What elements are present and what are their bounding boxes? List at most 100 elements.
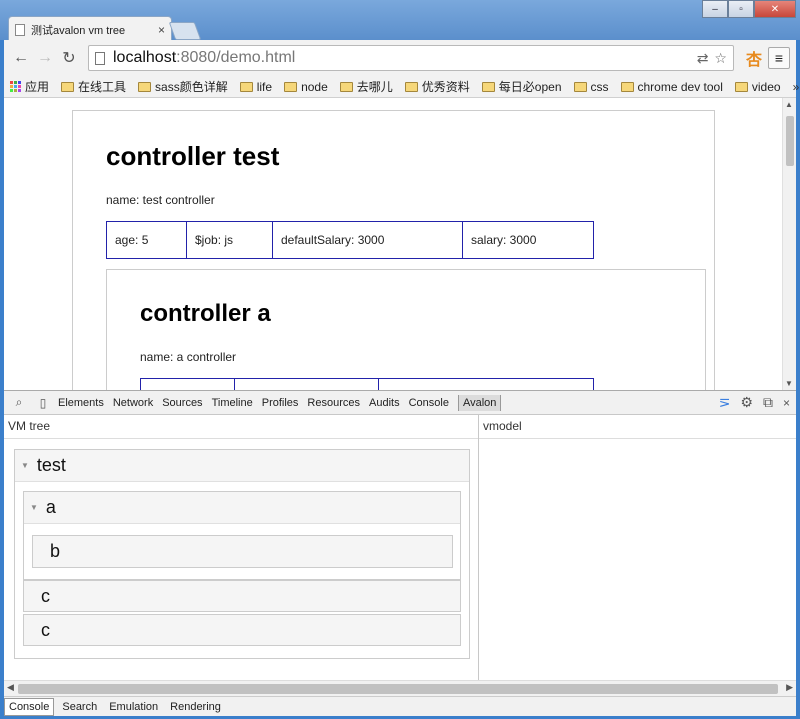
- bookmark-label: chrome dev tool: [637, 79, 723, 94]
- title-bar: 测试avalon vm tree × – ▫ ✕: [0, 0, 800, 42]
- scrollbar-thumb[interactable]: [18, 684, 778, 694]
- devtools-tab-bar: ⌕ ▯ Elements Network Sources Timeline Pr…: [4, 391, 796, 415]
- folder-icon: [481, 81, 495, 92]
- property-cell: age: 5: [107, 222, 187, 258]
- bookmark-folder[interactable]: chrome dev tool: [620, 79, 723, 94]
- tree-node-label: test: [36, 455, 66, 475]
- drawer-tab-rendering[interactable]: Rendering: [166, 699, 225, 715]
- inspect-search-icon[interactable]: ⌕: [10, 395, 28, 410]
- menu-icon[interactable]: ≡: [768, 47, 790, 69]
- url-host: localhost: [113, 49, 177, 66]
- bookmark-folder[interactable]: node: [284, 80, 328, 94]
- console-drawer-icon[interactable]: ⋝: [719, 394, 731, 411]
- apps-grid-icon: [10, 81, 21, 92]
- scroll-up-icon[interactable]: ▲: [785, 100, 793, 109]
- vmodel-pane: vmodel: [479, 415, 796, 680]
- property-cell: [379, 379, 593, 390]
- scroll-down-icon[interactable]: ▼: [785, 379, 793, 388]
- tab-timeline[interactable]: Timeline: [212, 397, 253, 409]
- address-bar[interactable]: localhost:8080/demo.html ⇄ ☆: [88, 45, 734, 71]
- tab-elements[interactable]: Elements: [58, 397, 104, 409]
- folder-icon: [284, 81, 298, 92]
- pane-title: vmodel: [479, 415, 796, 439]
- tab-console[interactable]: Console: [409, 397, 449, 409]
- folder-icon: [404, 81, 418, 92]
- bookmark-label: 应用: [25, 80, 50, 94]
- page-icon: [15, 23, 25, 36]
- tree-node-c[interactable]: c: [23, 614, 461, 646]
- property-cell: salary: 3000: [471, 233, 537, 247]
- new-tab-button[interactable]: [168, 22, 202, 40]
- scroll-left-icon[interactable]: ◀: [7, 682, 14, 693]
- back-button[interactable]: ←: [10, 47, 32, 69]
- folder-icon: [138, 81, 152, 92]
- bookmark-folder[interactable]: css: [573, 79, 609, 94]
- bookmark-label: node: [301, 79, 328, 94]
- expand-triangle-icon[interactable]: ▼: [30, 503, 38, 512]
- tab-network[interactable]: Network: [113, 397, 153, 409]
- tree-node-c[interactable]: c: [23, 580, 461, 612]
- tree-node-header[interactable]: ▼ test: [15, 450, 469, 482]
- property-cell: $job: js: [187, 222, 273, 258]
- folder-icon: [620, 81, 634, 92]
- bookmark-star-icon[interactable]: ☆: [714, 50, 727, 67]
- drawer-tab-search[interactable]: Search: [58, 699, 101, 715]
- bookmark-label: sass颜色详解: [155, 80, 228, 94]
- reload-button[interactable]: ↻: [58, 47, 80, 69]
- devtools-horizontal-scrollbar[interactable]: ◀ ▶: [4, 680, 796, 696]
- page-viewport: controller test name: test controller ag…: [4, 98, 796, 390]
- extension-icon[interactable]: 杏: [746, 46, 762, 70]
- bookmarks-bar: 应用 在线工具 sass颜色详解 life node 去哪儿 优秀资料 每日必o…: [4, 76, 799, 98]
- bookmark-folder[interactable]: video: [734, 79, 781, 94]
- page-scrollbar[interactable]: ▲ ▼: [782, 98, 796, 390]
- pane-title: VM tree: [4, 415, 478, 439]
- folder-icon: [339, 81, 353, 92]
- bookmark-apps[interactable]: 应用: [10, 78, 49, 95]
- tab-avalon[interactable]: Avalon: [457, 394, 502, 411]
- tab-profiles[interactable]: Profiles: [262, 397, 299, 409]
- document-icon: [95, 51, 105, 65]
- forward-button[interactable]: →: [34, 47, 56, 69]
- bookmark-folder[interactable]: 去哪儿: [339, 78, 393, 95]
- gear-icon[interactable]: ⚙: [740, 394, 753, 411]
- tree-node-label: c: [41, 585, 50, 606]
- browser-tab[interactable]: 测试avalon vm tree ×: [8, 16, 172, 42]
- tree-node-label: b: [50, 541, 61, 561]
- scrollbar-thumb[interactable]: [786, 116, 794, 166]
- close-icon[interactable]: ×: [783, 396, 790, 410]
- devtools-panel: ⌕ ▯ Elements Network Sources Timeline Pr…: [4, 390, 796, 716]
- controller-name: name: a controller: [140, 350, 237, 364]
- tab-audits[interactable]: Audits: [369, 397, 400, 409]
- folder-icon: [573, 81, 587, 92]
- property-cell: [141, 379, 235, 390]
- tree-node-header[interactable]: ▼ a: [24, 492, 460, 524]
- expand-triangle-icon[interactable]: ▼: [21, 461, 29, 470]
- tab-sources[interactable]: Sources: [162, 397, 202, 409]
- minimize-button[interactable]: –: [702, 0, 728, 18]
- tab-close-icon[interactable]: ×: [158, 23, 165, 37]
- bookmark-folder[interactable]: 每日必open: [481, 78, 562, 95]
- device-mode-icon[interactable]: ▯: [34, 396, 52, 410]
- bookmark-folder[interactable]: life: [239, 80, 272, 94]
- scroll-right-icon[interactable]: ▶: [786, 682, 793, 693]
- bookmark-folder[interactable]: 在线工具: [61, 78, 126, 95]
- section-title: controller a: [140, 300, 271, 327]
- bookmark-folder[interactable]: sass颜色详解: [138, 78, 228, 95]
- tab-resources[interactable]: Resources: [307, 397, 360, 409]
- close-window-button[interactable]: ✕: [754, 0, 796, 18]
- bookmark-label: 在线工具: [78, 80, 127, 94]
- bookmark-label: 优秀资料: [421, 80, 470, 94]
- dock-icon[interactable]: ⧉: [763, 394, 773, 411]
- bookmark-label: video: [751, 79, 781, 94]
- property-cell: [235, 379, 379, 390]
- devtools-drawer: Console Search Emulation Rendering: [4, 696, 796, 716]
- maximize-button[interactable]: ▫: [728, 0, 754, 18]
- bookmark-label: css: [590, 79, 609, 94]
- drawer-tab-console[interactable]: Console: [4, 697, 55, 716]
- bookmarks-more-button[interactable]: »: [793, 80, 800, 94]
- tree-node-b[interactable]: b: [32, 535, 453, 568]
- drawer-tab-emulation[interactable]: Emulation: [105, 699, 162, 715]
- bookmark-folder[interactable]: 优秀资料: [404, 78, 470, 95]
- translate-icon[interactable]: ⇄: [697, 50, 709, 67]
- browser-toolbar: ← → ↻ localhost:8080/demo.html ⇄ ☆ 杏 ≡: [4, 40, 796, 76]
